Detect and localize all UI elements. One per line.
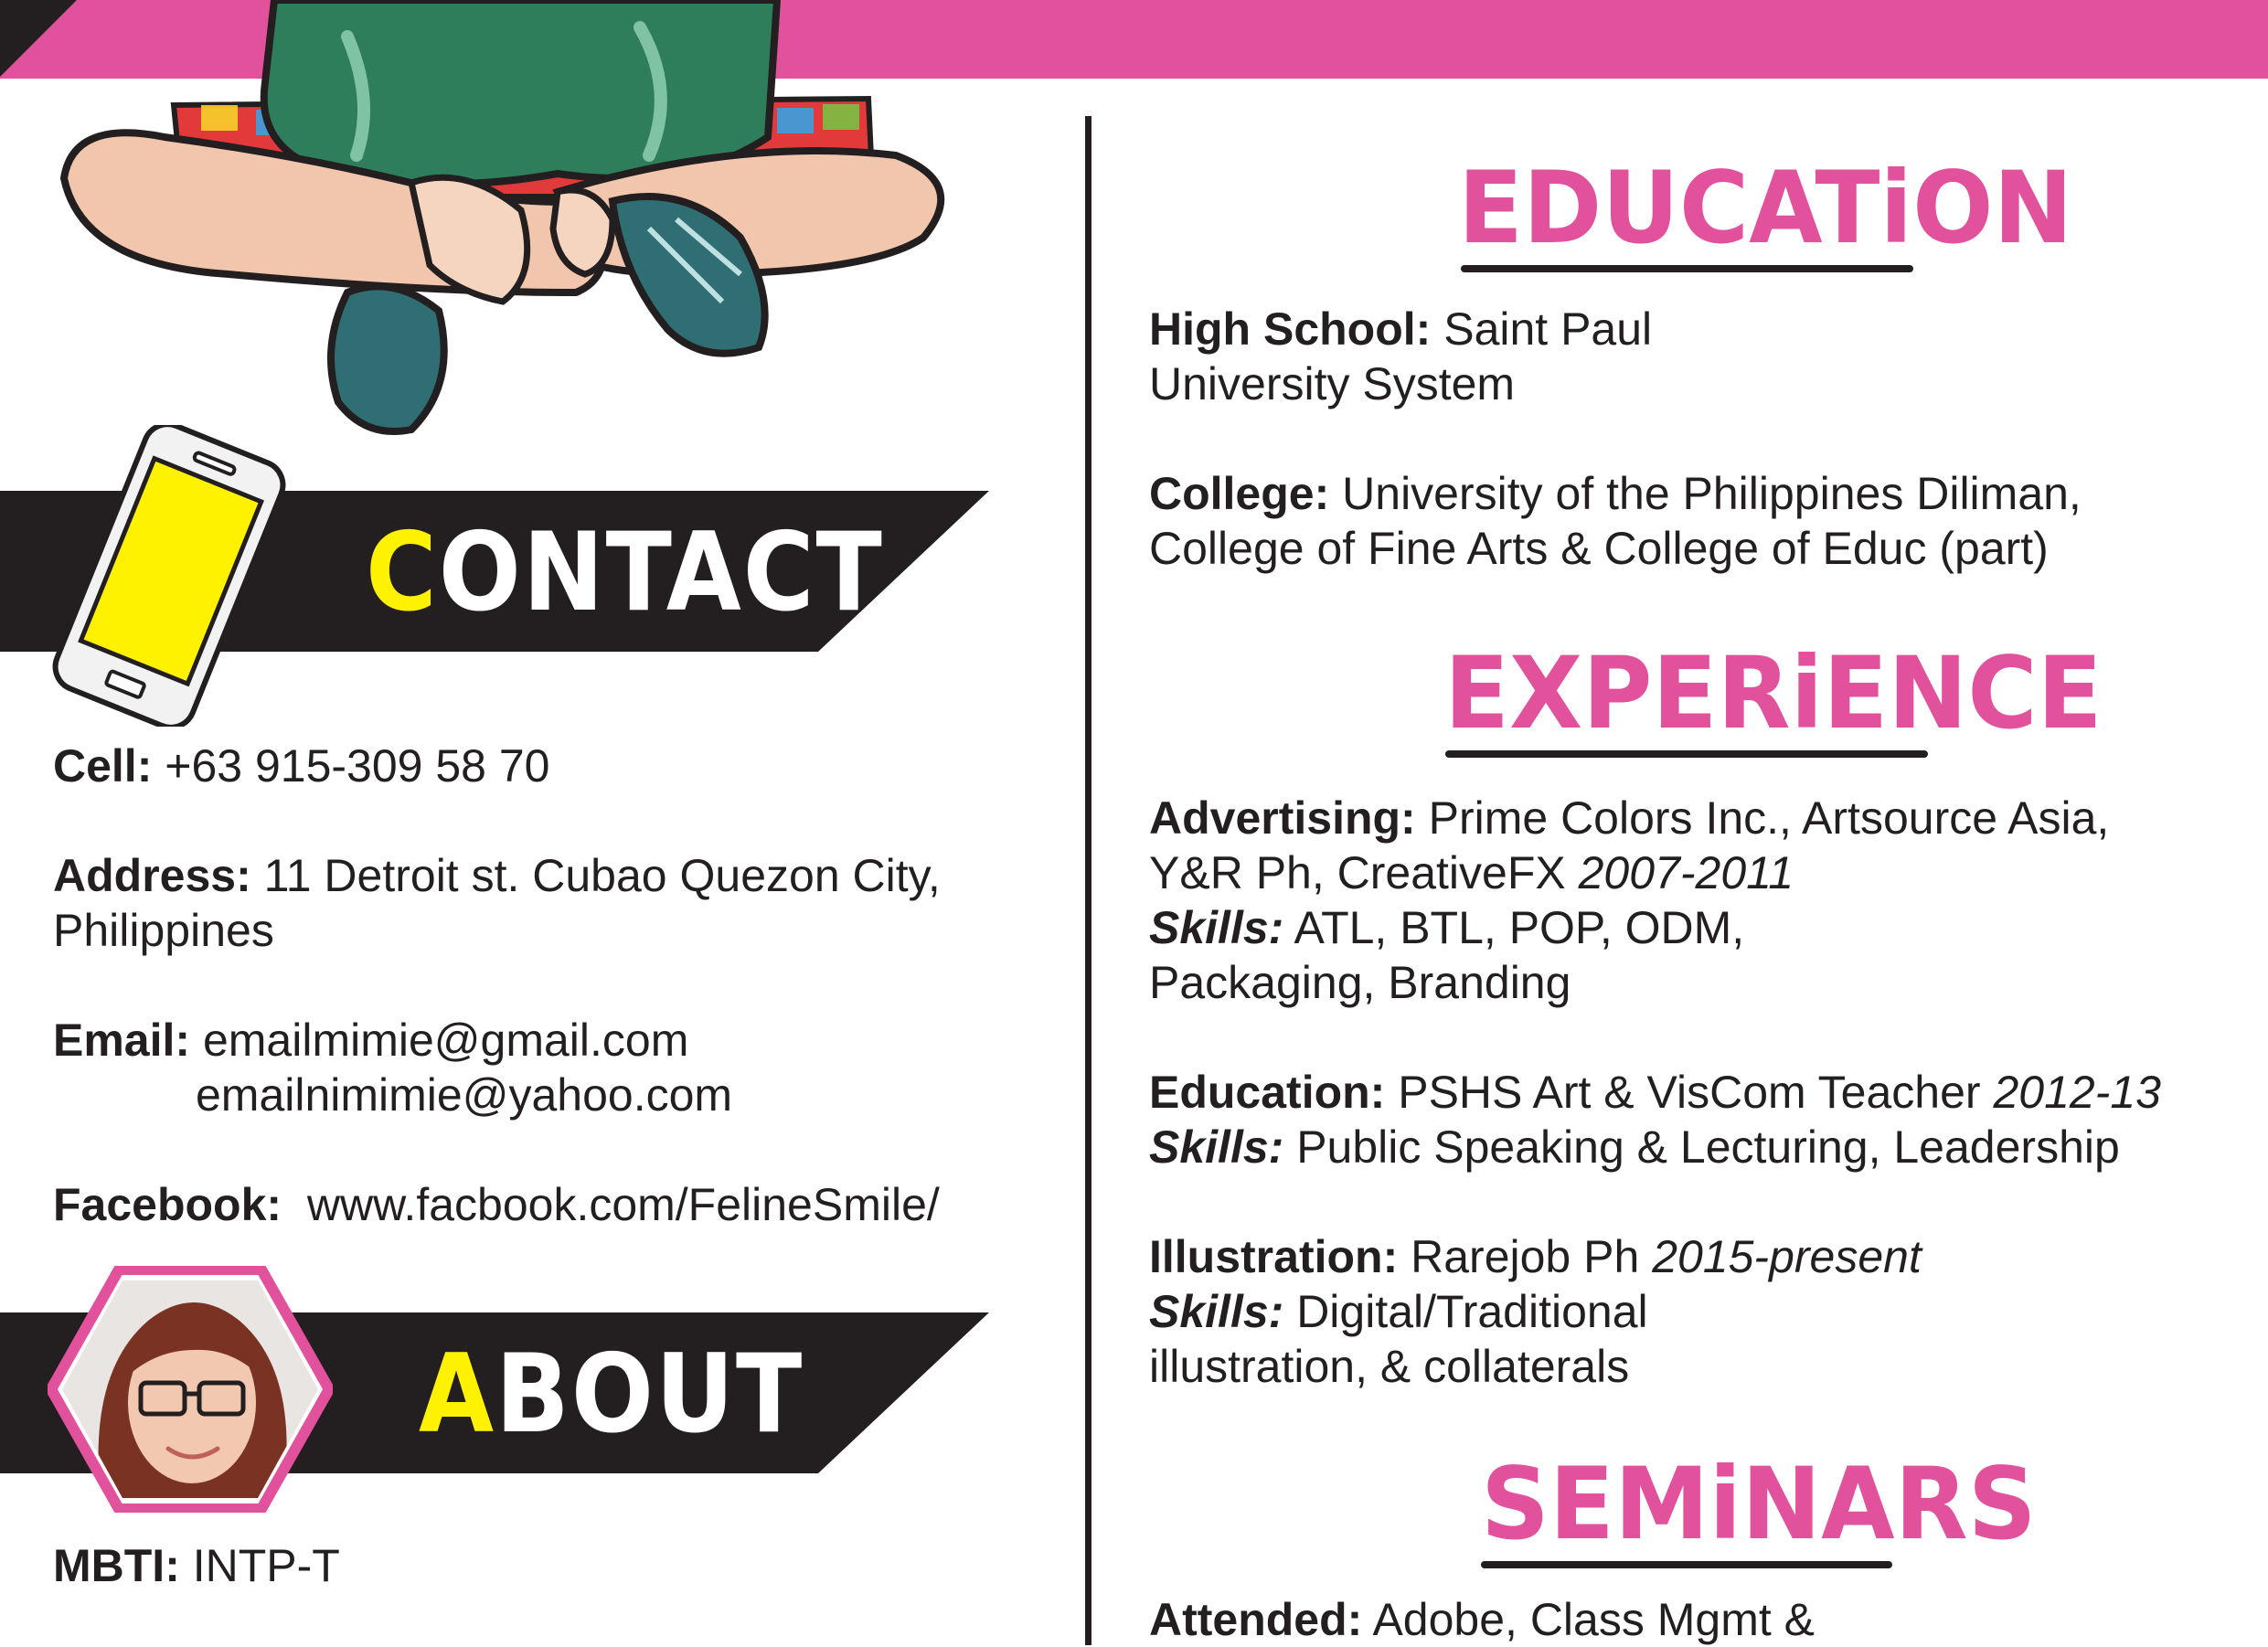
email-2[interactable]: emailnimimie@yahoo.com xyxy=(196,1068,732,1122)
address-line2: Philippines xyxy=(53,905,274,956)
experience-advertising-line1: Advertising: Prime Colors Inc., Artsourc… xyxy=(1149,792,2110,844)
address-line1: 11 Detroit st. Cubao Quezon City, xyxy=(263,850,941,901)
experience-education-line1: Education: PSHS Art & VisCom Teacher 201… xyxy=(1149,1067,2161,1118)
avatar xyxy=(48,1266,333,1513)
education-rule xyxy=(1460,265,1913,272)
facebook-field: Facebook: www.facbook.com/FelineSmile/ xyxy=(53,1179,940,1230)
phone-icon xyxy=(52,425,286,727)
experience-illustration-skills1: Skills: Digital/Traditional xyxy=(1149,1286,1648,1337)
column-divider xyxy=(1085,116,1091,1645)
experience-illustration-skills2: illustration, & collaterals xyxy=(1149,1341,1630,1392)
experience-illustration-line1: Illustration: Rarejob Ph 2015-present xyxy=(1149,1231,1922,1282)
college-line1: College: University of the Philippines D… xyxy=(1149,468,2082,519)
education-title: EDUCATiON xyxy=(1458,148,2073,267)
experience-advertising-skills1: Skills: ATL, BTL, POP, ODM, xyxy=(1149,902,1745,953)
high-school-line2: University System xyxy=(1149,358,1516,409)
seminars-title: SEMiNARS xyxy=(1481,1444,2037,1563)
email-1[interactable]: emailmimie@gmail.com xyxy=(203,1015,688,1066)
college-line2: College of Fine Arts & College of Educ (… xyxy=(1149,523,2049,574)
cell-field: Cell: +63 915-309 58 70 xyxy=(53,740,550,792)
seminars-rule xyxy=(1481,1561,1892,1568)
cell-value: +63 915-309 58 70 xyxy=(165,740,550,792)
facebook-link[interactable]: www.facbook.com/FelineSmile/ xyxy=(307,1179,940,1230)
high-school-line1: High School: Saint Paul xyxy=(1149,303,1653,355)
mbti-field: MBTI: INTP-T xyxy=(53,1540,340,1591)
experience-advertising-skills2: Packaging, Branding xyxy=(1149,957,1571,1008)
mbti-value: INTP-T xyxy=(192,1540,340,1591)
education-heading: EDUCATiON xyxy=(1458,148,2073,272)
address-field: Address: 11 Detroit st. Cubao Quezon Cit… xyxy=(53,850,941,901)
seminars-heading: SEMiNARS xyxy=(1481,1444,2037,1568)
experience-advertising-line2: Y&R Ph, CreativeFX 2007-2011 xyxy=(1149,847,1794,898)
character-illustration xyxy=(59,0,945,435)
contact-title: CONTACT xyxy=(366,509,884,635)
experience-heading: EXPERiENCE xyxy=(1444,633,2103,758)
experience-education-skills1: Skills: Public Speaking & Lecturing, Lea… xyxy=(1149,1121,2120,1173)
experience-title: EXPERiENCE xyxy=(1444,633,2103,752)
seminars-attended: Attended: Adobe, Class Mgmt & xyxy=(1149,1594,1815,1645)
about-title: ABOUT xyxy=(419,1331,804,1457)
experience-rule xyxy=(1445,750,1928,758)
email-field: Email: emailmimie@gmail.com xyxy=(53,1015,689,1066)
